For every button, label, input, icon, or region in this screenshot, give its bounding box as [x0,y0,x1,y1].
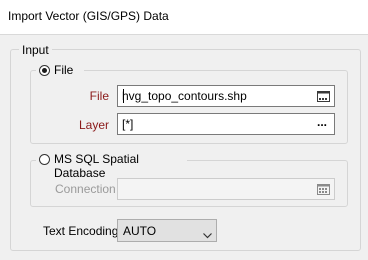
layer-label: Layer [78,118,109,132]
layer-field[interactable]: [*] ... [117,113,335,135]
browse-file-icon[interactable] [317,91,330,102]
file-source-radio-option[interactable]: File [36,63,84,78]
sql-source-radio[interactable] [39,154,50,165]
text-encoding-value: AUTO [123,224,157,238]
file-path-value: hvg_topo_contours.shp [122,89,247,103]
file-source-radio[interactable] [39,65,50,76]
sql-source-radio-option[interactable]: MS SQL Spatial Database [36,152,187,180]
connection-label: Connection [55,182,116,196]
window-title: Import Vector (GIS/GPS) Data [8,9,169,23]
input-group-label: Input [19,43,52,57]
database-connection-icon[interactable] [317,184,330,195]
connection-field[interactable] [117,178,335,200]
layer-browse-button[interactable]: ... [317,115,327,129]
layer-value: [*] [122,117,134,131]
file-source-radio-label: File [54,63,74,77]
file-label: File [89,89,109,103]
text-encoding-label: Text Encoding [43,224,119,238]
file-path-field[interactable]: hvg_topo_contours.shp [117,85,335,107]
sql-source-radio-label: MS SQL Spatial Database [54,152,139,180]
text-encoding-select[interactable]: AUTO [117,219,217,242]
chevron-down-icon [203,228,212,239]
title-divider [0,34,368,35]
